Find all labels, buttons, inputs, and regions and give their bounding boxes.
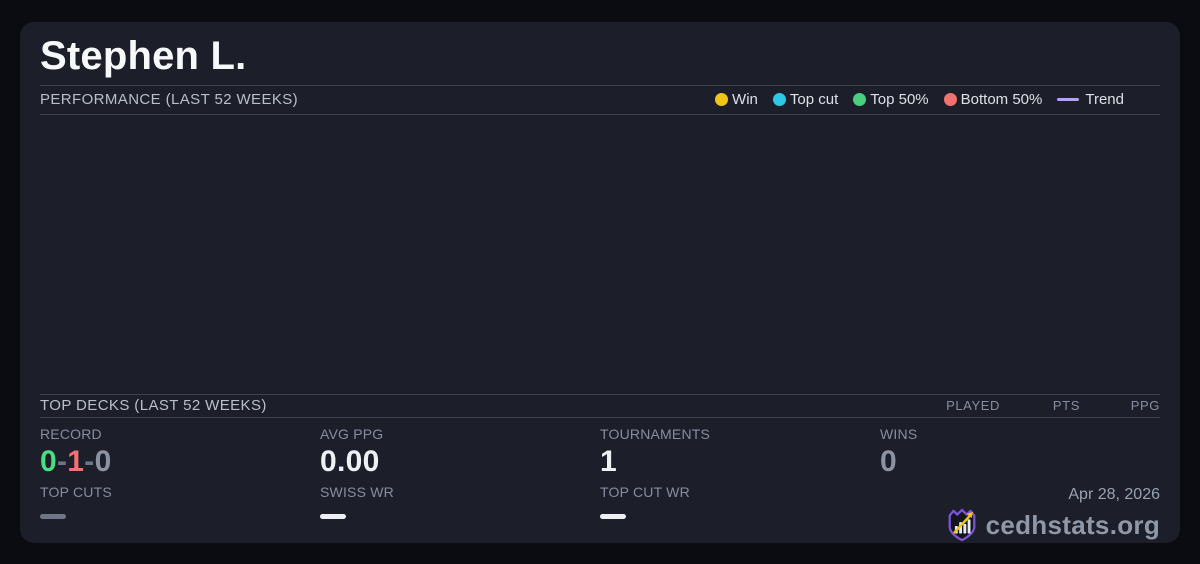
win-dot-icon (715, 93, 729, 107)
performance-heading: PERFORMANCE (LAST 52 WEEKS) (40, 91, 299, 109)
stat-avg-ppg: AVG PPG 0.00 (320, 426, 600, 484)
record-value: 0-1-0 (40, 445, 320, 479)
legend-item-trend: Trend (1057, 91, 1124, 108)
stat-swiss-wr: SWISS WR (320, 484, 600, 543)
swiss-wr-empty-dash (320, 514, 346, 519)
top-decks-column-headers: PLAYED PTS PPG (920, 398, 1160, 413)
record-wins: 0 (40, 445, 57, 478)
player-stats-card: Stephen L. PERFORMANCE (LAST 52 WEEKS) W… (20, 22, 1180, 543)
stat-tournaments: TOURNAMENTS 1 (600, 426, 880, 484)
brand: cedhstats.org (945, 507, 1160, 543)
legend-item-top-50: Top 50% (853, 91, 929, 108)
top-decks-heading: TOP DECKS (LAST 52 WEEKS) (40, 397, 267, 415)
record-separator: - (57, 445, 68, 478)
brand-wordmark: cedhstats.org (985, 509, 1160, 540)
card-header: Stephen L. (40, 22, 1160, 85)
performance-section-header: PERFORMANCE (LAST 52 WEEKS) Win Top cut … (40, 84, 1160, 115)
footer-meta: Apr 28, 2026 cedhstats.org (880, 484, 1160, 543)
player-name: Stephen L. (40, 33, 247, 78)
trend-line-icon (1057, 98, 1080, 102)
legend-item-top-cut: Top cut (772, 91, 838, 108)
legend-item-win: Win (715, 91, 758, 108)
top-50-dot-icon (853, 93, 867, 107)
tournaments-value: 1 (600, 445, 617, 478)
top-decks-section-header: TOP DECKS (LAST 52 WEEKS) PLAYED PTS PPG (40, 393, 1160, 418)
record-draws: 0 (94, 445, 112, 478)
column-played: PLAYED (946, 398, 1000, 414)
avg-ppg-value: 0.00 (320, 445, 380, 478)
bottom-50-dot-icon (943, 93, 957, 107)
top-cut-wr-empty-dash (600, 514, 626, 519)
record-losses: 1 (67, 445, 85, 478)
stat-wins: WINS 0 (880, 426, 1160, 484)
stat-top-cuts: TOP CUTS (40, 484, 320, 543)
column-ppg: PPG (1130, 398, 1160, 414)
top-cuts-empty-dash (40, 514, 66, 519)
cedhstats-shield-logo-icon (948, 508, 976, 542)
summary-stats-grid: RECORD 0-1-0 AVG PPG 0.00 TOURNAMENTS 1 … (40, 418, 1160, 543)
legend-item-bottom-50: Bottom 50% (943, 91, 1042, 108)
wins-value: 0 (880, 445, 897, 478)
record-separator: - (84, 445, 95, 478)
performance-chart-empty (40, 115, 1160, 394)
report-date: Apr 28, 2026 (1068, 486, 1160, 503)
column-pts: PTS (1052, 398, 1080, 414)
chart-legend: Win Top cut Top 50% Bottom 50% Trend (715, 91, 1124, 108)
stat-record: RECORD 0-1-0 (40, 426, 320, 484)
top-cut-dot-icon (772, 93, 786, 107)
stat-top-cut-wr: TOP CUT WR (600, 484, 880, 543)
